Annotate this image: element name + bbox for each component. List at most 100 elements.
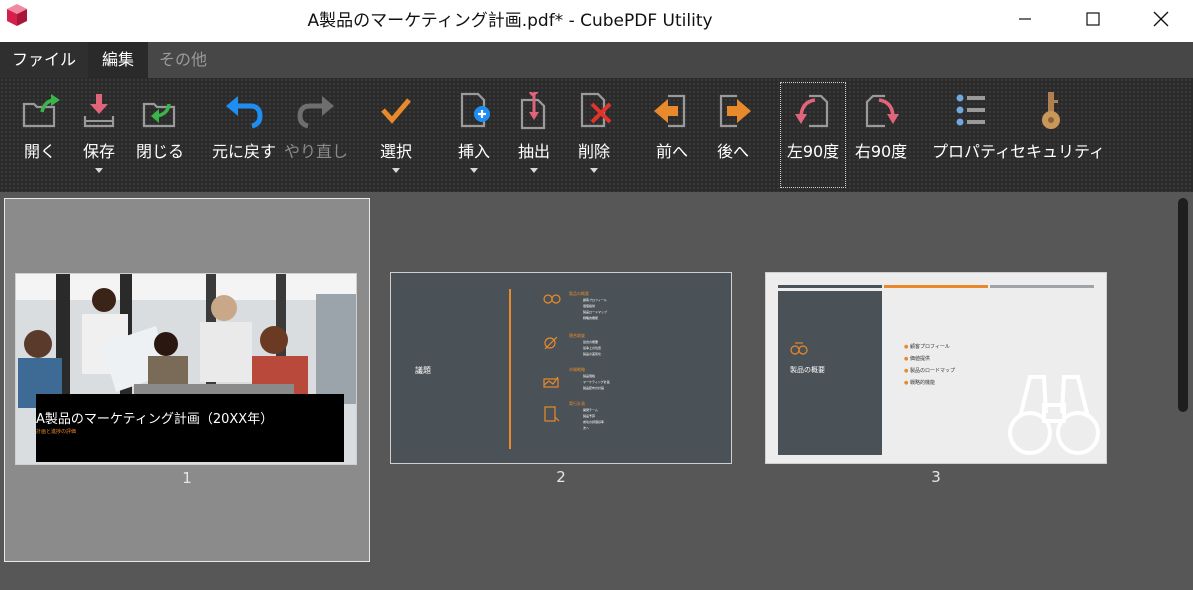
page-thumbnail-2: 議題 製品の概要 顧客プロフィール 価値提供 製品ロードマップ 戦略的機能 競合… [390, 272, 732, 464]
close-folder-icon [142, 102, 176, 128]
rotate-right-button[interactable]: 右90度 [848, 78, 914, 192]
security-label: セキュリティ [1010, 142, 1106, 161]
extract-button[interactable]: 抽出 [506, 78, 562, 192]
move-next-button[interactable]: 後へ [704, 78, 762, 192]
maximize-icon [1086, 12, 1100, 26]
extract-page-icon [520, 92, 546, 130]
bullet-text: 価値提供 [909, 356, 930, 362]
undo-label: 元に戻す [211, 142, 276, 161]
agenda-item: 製品配布の計画 [583, 386, 605, 390]
bullet-text: 製品のロードマップ [909, 368, 955, 374]
tab-other[interactable]: その他 [148, 42, 218, 78]
page-number-3: 3 [931, 468, 941, 486]
agenda-item: 次へ [583, 426, 590, 430]
title-bar: A製品のマーケティング計画.pdf* - CubePDF Utility [0, 0, 1193, 42]
select-dropdown-icon[interactable] [392, 168, 400, 173]
security-button[interactable]: セキュリティ [1010, 78, 1106, 192]
page-number-2: 2 [556, 468, 566, 486]
delete-label: 削除 [577, 142, 610, 161]
close-window-button[interactable] [1127, 0, 1193, 38]
scrollbar-thumb[interactable] [1178, 198, 1188, 412]
slide-vertical-divider [509, 289, 511, 449]
key-icon [1042, 92, 1060, 129]
bullet-text: 顧客プロフィール [909, 344, 950, 350]
select-label: 選択 [379, 142, 412, 161]
slide-top-bar-orange [884, 285, 988, 288]
slide-heading: 議題 [415, 366, 431, 375]
insert-dropdown-icon[interactable] [470, 168, 478, 173]
insert-page-icon [460, 92, 490, 128]
open-label: 開く [23, 142, 56, 161]
page-thumbnail-3: 製品の概要 ● 顧客プロフィール ● 価値提供 ● 製品のロードマップ ● 戦略… [765, 272, 1107, 464]
move-right-icon [719, 94, 751, 128]
undo-button[interactable]: 元に戻す [208, 78, 280, 192]
undo-icon [226, 96, 263, 129]
properties-button[interactable]: プロパティ [932, 78, 1012, 192]
slide-title: A製品のマーケティング計画（20XX年） [36, 412, 274, 427]
rotate-right-label: 右90度 [854, 142, 908, 161]
page-item-1[interactable]: A製品のマーケティング計画（20XX年） 計画と進捗の評価 1 [4, 198, 370, 562]
slide-heading: 製品の概要 [790, 366, 825, 374]
rotate-left-icon [795, 94, 829, 128]
move-next-label: 後へ [716, 142, 749, 161]
menu-bar: ファイル 編集 その他 [0, 42, 1193, 78]
open-folder-icon [22, 94, 60, 128]
page-item-3[interactable]: 製品の概要 ● 顧客プロフィール ● 価値提供 ● 製品のロードマップ ● 戦略… [755, 198, 1117, 562]
agenda-item: 戦略的機能 [583, 316, 599, 320]
agenda-section: 製品の概要 顧客プロフィール 価値提供 製品ロードマップ 戦略的機能 [569, 291, 719, 333]
window-title: A製品のマーケティング計画.pdf* - CubePDF Utility [307, 11, 713, 31]
close-button[interactable]: 閉じる [130, 78, 190, 192]
properties-label: プロパティ [932, 142, 1012, 161]
rotate-left-label: 左90度 [786, 142, 840, 161]
move-left-icon [654, 94, 686, 128]
agenda-section: 市場戦略 製品価格 マーケティング計画 製品配布の計画 [569, 367, 719, 401]
redo-button[interactable]: やり直し [282, 78, 350, 192]
page-thumbnail-area: A製品のマーケティング計画（20XX年） 計画と進捗の評価 1 議題 製品の概要… [0, 192, 1193, 590]
tab-edit[interactable]: 編集 [88, 42, 148, 78]
agenda-icons [543, 294, 561, 422]
ribbon-toolbar: 開く 保存 閉じる 元に戻す やり直し 選択 挿入 抽出 削除 前へ 後へ 左9… [0, 78, 1193, 192]
save-icon [83, 94, 115, 128]
extract-dropdown-icon[interactable] [530, 168, 538, 173]
close-label: 閉じる [135, 142, 184, 161]
agenda-list: 製品の概要 顧客プロフィール 価値提供 製品ロードマップ 戦略的機能 競合調査 … [569, 291, 719, 441]
slide-top-bar-grey [990, 285, 1094, 288]
agenda-item: 製品の差別化 [583, 352, 602, 356]
redo-label: やり直し [283, 142, 348, 161]
insert-label: 挿入 [457, 142, 490, 161]
save-button[interactable]: 保存 [70, 78, 128, 192]
slide-top-bar-dark [778, 285, 882, 288]
delete-dropdown-icon[interactable] [590, 168, 598, 173]
agenda-section: 競合調査 競合の概要 競争上の位置 製品の差別化 [569, 333, 719, 367]
insert-button[interactable]: 挿入 [446, 78, 502, 192]
delete-page-icon [580, 92, 612, 128]
move-previous-button[interactable]: 前へ [642, 78, 702, 192]
page-item-2[interactable]: 議題 製品の概要 顧客プロフィール 価値提供 製品ロードマップ 戦略的機能 競合… [380, 198, 742, 562]
page-number-1: 1 [182, 469, 192, 487]
close-icon [1153, 11, 1169, 27]
properties-list-icon [956, 94, 985, 126]
checkmark-icon [381, 98, 411, 124]
move-previous-label: 前へ [655, 142, 688, 161]
tab-file[interactable]: ファイル [0, 42, 88, 78]
bullet-item: ● 価値提供 [904, 356, 930, 362]
binoculars-watermark-icon [1008, 375, 1100, 455]
select-button[interactable]: 選択 [366, 78, 426, 192]
page-thumbnail-1: A製品のマーケティング計画（20XX年） 計画と進捗の評価 [15, 273, 357, 465]
save-dropdown-icon[interactable] [95, 168, 103, 173]
binoculars-icon [790, 342, 808, 355]
redo-icon [297, 96, 334, 129]
minimize-button[interactable] [991, 0, 1059, 38]
minimize-icon [1019, 18, 1031, 20]
rotate-left-button[interactable]: 左90度 [780, 82, 846, 188]
bullet-item: ● 顧客プロフィール [904, 344, 950, 350]
extract-label: 抽出 [517, 142, 550, 161]
rotate-right-icon [865, 94, 899, 128]
bullet-text: 戦略的機能 [909, 380, 935, 386]
office-meeting-photo [16, 274, 356, 464]
slide-subtitle: 計画と進捗の評価 [36, 429, 77, 435]
delete-button[interactable]: 削除 [566, 78, 622, 192]
agenda-section: 実行計画 開発チーム 製品予算 成功の評価基準 次へ [569, 401, 719, 441]
open-button[interactable]: 開く [12, 78, 68, 192]
maximize-button[interactable] [1059, 0, 1127, 38]
